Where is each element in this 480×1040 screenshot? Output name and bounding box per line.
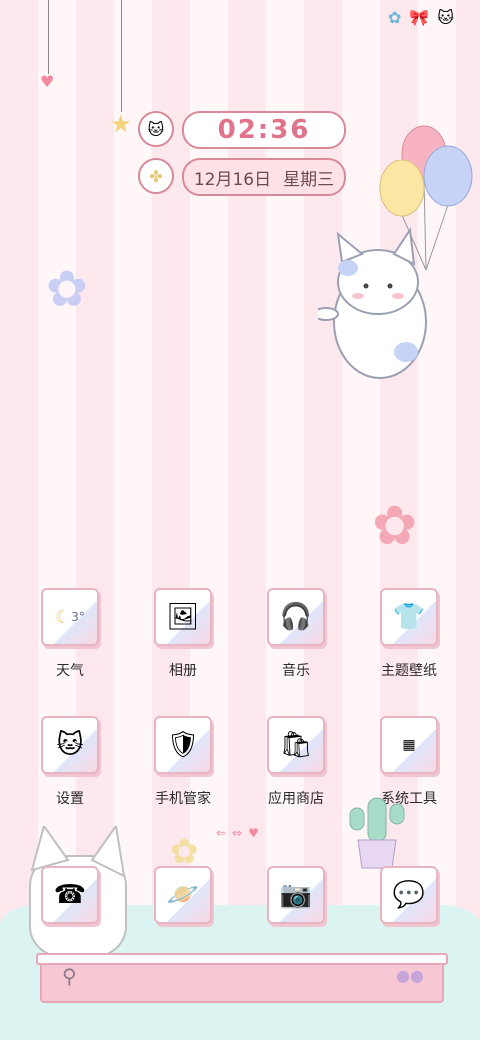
app-phone-manager[interactable]: 🛡 手机管家	[143, 716, 223, 808]
cactus-decoration	[349, 797, 405, 869]
app-label: 手机管家	[155, 791, 211, 807]
app-label: 天气	[56, 663, 84, 679]
bow-icon: 🎀	[409, 8, 430, 27]
phone-manager-icon: 🛡	[154, 716, 212, 774]
app-store[interactable]: 🛍 应用商店	[256, 716, 336, 808]
hanging-string	[121, 0, 122, 112]
star-icon: ★	[110, 110, 132, 138]
app-music[interactable]: 🎧 音乐	[256, 588, 336, 680]
camera-icon: 📷	[267, 866, 325, 924]
dock-camera[interactable]: 📷	[256, 866, 336, 924]
cat-icon: 🐱	[437, 8, 454, 27]
hanging-string	[48, 0, 49, 74]
fan-icon: ✤	[138, 158, 174, 194]
date-text: 12月16日	[193, 169, 272, 190]
app-label: 主题壁纸	[381, 663, 437, 679]
gallery-icon: 🖼	[154, 588, 212, 646]
phone-icon: ☎	[41, 866, 99, 924]
small-decorations: ⇐⇔♥	[216, 826, 265, 840]
cat-avatar: 🐱	[138, 111, 174, 147]
app-settings[interactable]: 🐱 设置	[30, 716, 110, 808]
music-icon: 🎧	[267, 588, 325, 646]
flower-icon: ✿	[387, 8, 402, 27]
app-label: 音乐	[282, 663, 310, 679]
app-theme[interactable]: 👕 主题壁纸	[369, 588, 449, 680]
weather-icon: ☾ 3°	[41, 588, 99, 646]
search-icon[interactable]: ⚲	[62, 964, 77, 988]
status-icons: ✿ 🎀 🐱	[388, 8, 454, 27]
theme-icon: 👕	[380, 588, 438, 646]
app-label: 设置	[56, 791, 84, 807]
clock-date[interactable]: 12月16日 星期三	[182, 158, 346, 196]
flower-decoration: ✿	[372, 494, 418, 557]
weekday-text: 星期三	[283, 169, 335, 190]
flower-decoration: ✿	[46, 260, 88, 318]
browser-icon: 🪐	[154, 866, 212, 924]
app-gallery[interactable]: 🖼 相册	[143, 588, 223, 680]
app-store-icon: 🛍	[267, 716, 325, 774]
balls-icon: ●●	[396, 966, 424, 985]
app-label: 应用商店	[268, 791, 324, 807]
app-label: 相册	[169, 663, 197, 679]
settings-icon: 🐱	[41, 716, 99, 774]
messages-icon: 💬	[380, 866, 438, 924]
app-weather[interactable]: ☾ 3° 天气	[30, 588, 110, 680]
cat-illustration	[318, 227, 427, 379]
system-tools-icon: ▦	[380, 716, 438, 774]
clock-time[interactable]: 02:36	[182, 111, 346, 149]
dock-phone[interactable]: ☎	[30, 866, 110, 924]
dock-messages[interactable]: 💬	[369, 866, 449, 924]
weather-temp: 3°	[71, 610, 85, 624]
heart-icon: ♥	[40, 72, 55, 91]
dock-shelf	[36, 953, 448, 965]
dock-browser[interactable]: 🪐	[143, 866, 223, 924]
